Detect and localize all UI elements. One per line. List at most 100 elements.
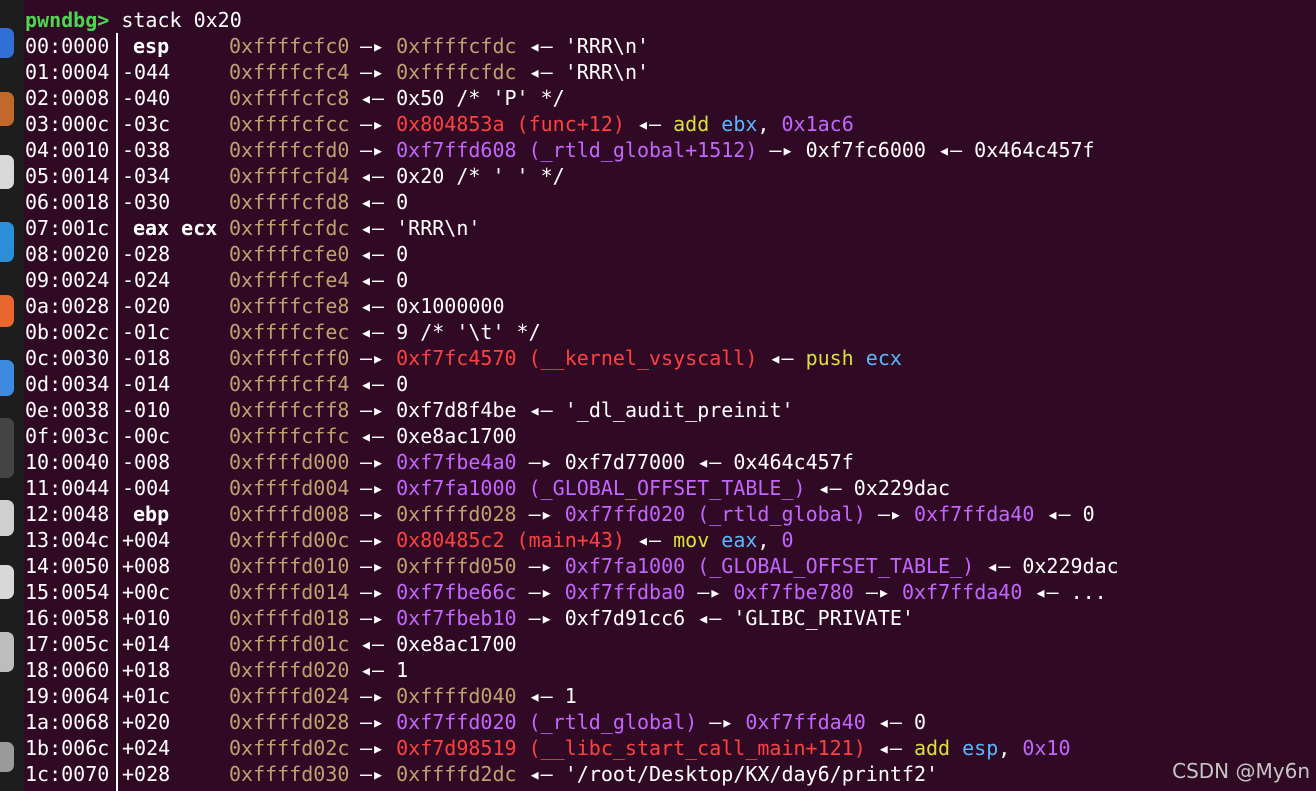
- stack-row: 1c:0070 +028 0xffffd030 —▸ 0xffffd2dc ◂— '/…: [25, 761, 1316, 787]
- prompt-command: stack 0x20: [109, 8, 242, 32]
- row-offset: -004: [122, 476, 171, 500]
- row-address: 0xffffcff0: [229, 346, 350, 370]
- deref-value: add: [673, 112, 710, 136]
- deref-value: 0x804853a (func+12): [396, 112, 625, 136]
- stack-row: 06:0018 -030 0xffffcfd8 ◂— 0: [25, 189, 1316, 215]
- row-offset: -034: [122, 164, 171, 188]
- files-icon[interactable]: [0, 92, 14, 126]
- stack-row: 11:0044 -004 0xffffd004 —▸ 0xf7fa1000 (_GLO…: [25, 475, 1316, 501]
- deref-arrow-left-icon: ◂—: [360, 372, 385, 396]
- row-address: 0xffffcfe8: [229, 294, 350, 318]
- row-deref-chain: —▸ 0xf7fbeb10 —▸ 0xf7d91cc6 ◂— 'GLIBC_PR…: [360, 605, 914, 631]
- firefox-icon[interactable]: [0, 28, 14, 58]
- deref-arrow-right-icon: —▸: [360, 684, 385, 708]
- music-icon[interactable]: [0, 155, 14, 189]
- deref-arrow-left-icon: ◂—: [877, 736, 902, 760]
- stack-row: 13:004c +004 0xffffd00c —▸ 0x80485c2 (main+…: [25, 527, 1316, 553]
- deref-arrow-left-icon: ◂—: [528, 684, 553, 708]
- deref-value: ebx: [721, 112, 758, 136]
- deref-value: 0xf7ffda40: [901, 580, 1023, 604]
- row-index: 18:0060: [25, 658, 110, 682]
- deref-value: 0xe8ac1700: [396, 424, 517, 448]
- deref-arrow-left-icon: ◂—: [360, 190, 385, 214]
- software-icon[interactable]: [0, 295, 14, 327]
- row-index: 0a:0028: [25, 294, 110, 318]
- deref-value: 0xffffd050: [396, 554, 517, 578]
- terminal-icon[interactable]: [0, 418, 14, 478]
- stack-row: 12:0048 ebp 0xffffd008 —▸ 0xffffd028 —▸ 0xf…: [25, 501, 1316, 527]
- deref-value: ,: [757, 528, 770, 552]
- deref-value: add: [913, 736, 951, 760]
- row-offset: -020: [122, 294, 171, 318]
- show-apps-icon[interactable]: [0, 742, 14, 772]
- stack-row: 00:0000 esp 0xffffcfc0 —▸ 0xffffcfdc ◂— 'RR…: [25, 33, 1316, 59]
- deref-value: 0xf7ffd020 (_rtld_global): [564, 502, 866, 526]
- deref-value: ecx: [865, 346, 902, 370]
- deref-value: 0xf7d8f4be: [396, 398, 517, 422]
- stack-row: 0e:0038 -010 0xffffcff8 —▸ 0xf7d8f4be ◂— '_…: [25, 397, 1316, 423]
- row-deref-chain: ◂— 0x20 /* ' ' */: [360, 163, 565, 189]
- prompt-label: pwndbg>: [25, 8, 110, 32]
- trash-icon[interactable]: [0, 632, 14, 672]
- deref-value: 0xffffd028: [396, 502, 517, 526]
- deref-arrow-left-icon: ◂—: [360, 242, 385, 266]
- deref-value: ,: [998, 736, 1011, 760]
- deref-value: 0xf7d77000: [564, 450, 686, 474]
- deref-arrow-right-icon: —▸: [697, 580, 722, 604]
- stack-row: 15:0054 +00c 0xffffd014 —▸ 0xf7fbe66c —▸ 0x…: [25, 579, 1316, 605]
- row-index: 0b:002c: [25, 320, 110, 344]
- deref-value: 0xffffd2dc: [396, 762, 517, 786]
- row-deref-chain: —▸ 0xf7d98519 (__libc_start_call_main+12…: [360, 735, 1071, 761]
- row-offset: -03c: [122, 112, 171, 136]
- help-icon[interactable]: [0, 360, 14, 396]
- deref-value: 0xf7ffda40: [745, 710, 866, 734]
- deref-value: 1: [396, 658, 409, 682]
- writer-icon[interactable]: [0, 222, 14, 262]
- row-index: 17:005c: [25, 632, 110, 656]
- row-deref-chain: —▸ 0xffffd028 —▸ 0xf7ffd020 (_rtld_globa…: [360, 501, 1095, 527]
- deref-arrow-right-icon: —▸: [528, 554, 553, 578]
- deref-value: ...: [1070, 580, 1107, 604]
- deref-value: 0x464c457f: [974, 138, 1095, 162]
- deref-arrow-right-icon: —▸: [360, 580, 385, 604]
- row-deref-chain: ◂— 0: [360, 371, 408, 397]
- deref-arrow-right-icon: —▸: [360, 476, 385, 500]
- deref-arrow-left-icon: ◂—: [636, 112, 662, 136]
- deref-value: 1: [564, 684, 577, 708]
- deref-arrow-left-icon: ◂—: [360, 320, 385, 344]
- row-address: 0xffffcff4: [229, 372, 350, 396]
- stack-row: 10:0040 -008 0xffffd000 —▸ 0xf7fbe4a0 —▸ 0x…: [25, 449, 1316, 475]
- launcher-dock: [0, 0, 24, 791]
- deref-value: 'RRR\n': [396, 216, 481, 240]
- row-offset: +004: [122, 528, 171, 552]
- row-index: 0c:0030: [25, 346, 110, 370]
- row-index: 09:0024: [25, 268, 110, 292]
- deref-value: 0x80485c2 (main+43): [396, 528, 625, 552]
- row-address: 0xffffd024: [229, 684, 350, 708]
- deref-arrow-right-icon: —▸: [360, 450, 385, 474]
- deref-value: 0x464c457f: [733, 450, 854, 474]
- stack-row: 14:0050 +008 0xffffd010 —▸ 0xffffd050 —▸ 0x…: [25, 553, 1316, 579]
- deref-value: 0xffffcfdc: [396, 34, 517, 58]
- deref-value: 0xf7ffd020 (_rtld_global): [396, 710, 698, 734]
- row-index: 1a:0068: [25, 710, 110, 734]
- document-icon[interactable]: [0, 565, 14, 599]
- row-deref-chain: —▸ 0xf7ffd020 (_rtld_global) —▸ 0xf7ffda…: [360, 709, 926, 735]
- row-offset: -030: [122, 190, 171, 214]
- prompt-line[interactable]: pwndbg> stack 0x20: [25, 7, 1316, 33]
- deref-value: 0xffffd040: [396, 684, 517, 708]
- deref-arrow-left-icon: ◂—: [697, 450, 722, 474]
- row-deref-chain: —▸ 0xf7fc4570 (__kernel_vsyscall) ◂— pus…: [360, 345, 902, 371]
- stack-row: 04:0010 -038 0xffffcfd0 —▸ 0xf7ffd608 (_rtl…: [25, 137, 1316, 163]
- row-deref-chain: ◂— 0: [360, 189, 408, 215]
- deref-arrow-right-icon: —▸: [528, 580, 553, 604]
- row-offset: +020: [122, 710, 171, 734]
- deref-value: 0x229dac: [1022, 554, 1119, 578]
- deref-arrow-left-icon: ◂—: [986, 554, 1011, 578]
- deref-arrow-right-icon: —▸: [528, 502, 553, 526]
- deref-arrow-left-icon: ◂—: [360, 268, 385, 292]
- deref-value: 0: [396, 190, 409, 214]
- row-address: 0xffffcff8: [229, 398, 350, 422]
- disc-icon[interactable]: [0, 500, 14, 536]
- row-address: 0xffffd000: [229, 450, 350, 474]
